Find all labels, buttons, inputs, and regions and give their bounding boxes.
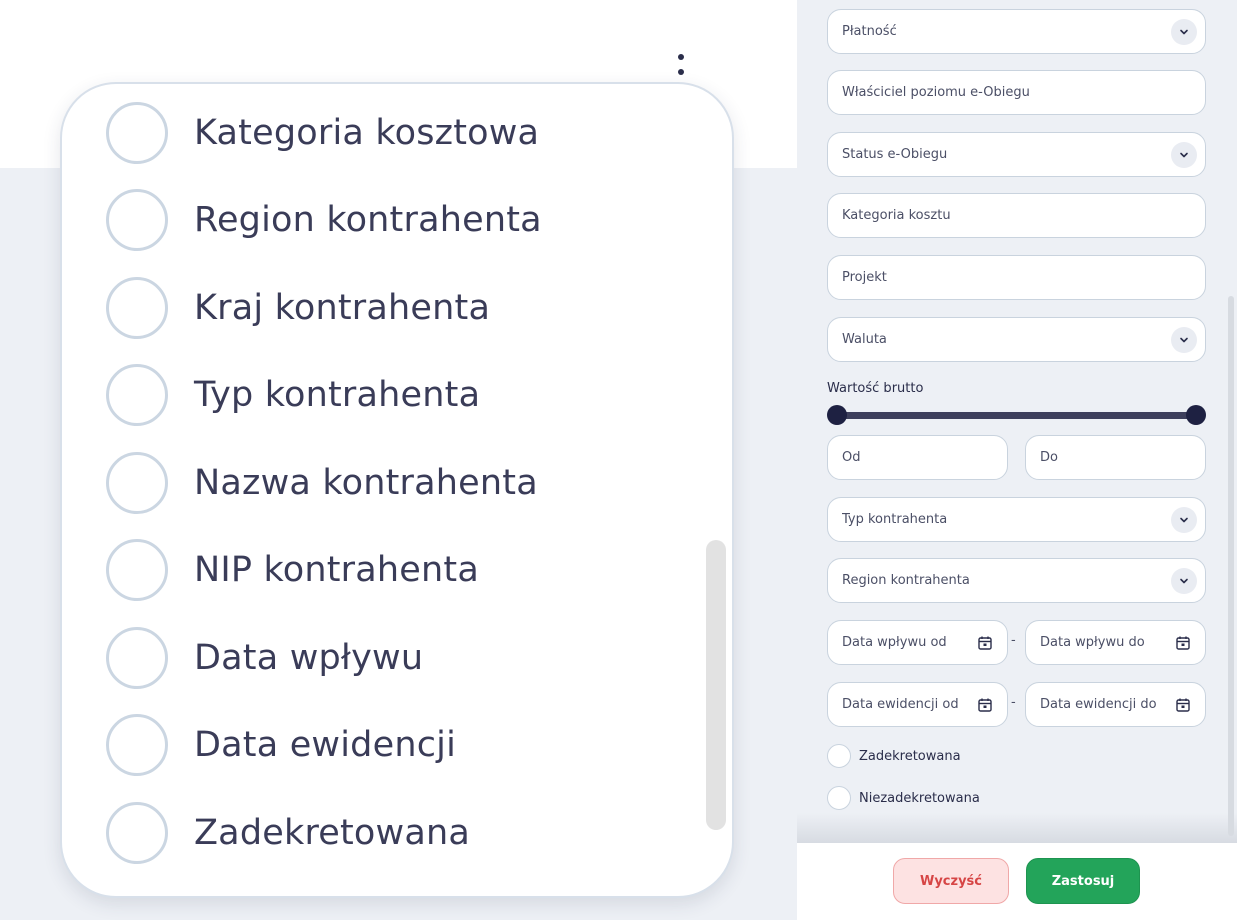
gross-value-label: Wartość brutto: [827, 381, 924, 396]
column-option[interactable]: Typ kontrahenta: [106, 352, 692, 440]
registration-date-to-placeholder: Data ewidencji do: [1040, 697, 1157, 712]
receipt-date-from-input[interactable]: Data wpływu od: [827, 620, 1008, 665]
receipt-date-range-separator: -: [1011, 633, 1016, 648]
column-option-label: Kategoria kosztowa: [194, 112, 540, 153]
calendar-icon[interactable]: [1175, 635, 1191, 651]
column-option[interactable]: Data ewidencji: [106, 702, 692, 790]
currency-select-text: Waluta: [842, 332, 887, 347]
radio-circle[interactable]: [106, 539, 168, 602]
clear-button[interactable]: Wyczyść: [893, 858, 1009, 904]
calendar-icon[interactable]: [1175, 697, 1191, 713]
cost-category-input[interactable]: Kategoria kosztu: [827, 193, 1206, 238]
receipt-date-from-placeholder: Data wpływu od: [842, 635, 947, 650]
payment-select-text: Płatność: [842, 24, 897, 39]
column-option[interactable]: Region kontrahenta: [106, 177, 692, 265]
unbooked-checkbox[interactable]: [827, 786, 851, 810]
radio-circle[interactable]: [106, 101, 168, 164]
booked-checkbox[interactable]: [827, 744, 851, 768]
receipt-date-to-input[interactable]: Data wpływu do: [1025, 620, 1206, 665]
chevron-down-icon[interactable]: [1171, 18, 1197, 45]
radio-circle[interactable]: [106, 189, 168, 252]
radio-circle[interactable]: [106, 801, 168, 864]
contractor-region-text: Region kontrahenta: [842, 573, 970, 588]
apply-button[interactable]: Zastosuj: [1026, 858, 1140, 904]
value-from-placeholder: Od: [842, 450, 861, 465]
gross-value-slider-track[interactable]: [835, 412, 1197, 419]
radio-circle[interactable]: [106, 276, 168, 339]
filter-panel: Płatność Właściciel poziomu e-Obiegu Sta…: [797, 0, 1237, 843]
receipt-date-to-placeholder: Data wpływu do: [1040, 635, 1145, 650]
cost-category-placeholder: Kategoria kosztu: [842, 208, 951, 223]
unbooked-label: Niezadekretowana: [859, 790, 980, 806]
column-chooser-card: Kategoria kosztowa Region kontrahenta Kr…: [60, 82, 734, 898]
panel-bottom-shade: [797, 813, 1237, 843]
column-option[interactable]: Nazwa kontrahenta: [106, 439, 692, 527]
radio-circle[interactable]: [106, 364, 168, 427]
chevron-down-icon[interactable]: [1171, 567, 1197, 594]
column-option[interactable]: NIP kontrahenta: [106, 527, 692, 615]
column-option[interactable]: Kraj kontrahenta: [106, 264, 692, 352]
filter-panel-scrollbar[interactable]: [1228, 296, 1234, 836]
registration-date-to-input[interactable]: Data ewidencji do: [1025, 682, 1206, 727]
registration-date-from-placeholder: Data ewidencji od: [842, 697, 959, 712]
chevron-down-icon[interactable]: [1171, 506, 1197, 533]
radio-circle[interactable]: [106, 626, 168, 689]
registration-date-range-separator: -: [1011, 695, 1016, 710]
contractor-region-select[interactable]: Region kontrahenta: [827, 558, 1206, 603]
contractor-type-text: Typ kontrahenta: [842, 512, 948, 527]
project-input[interactable]: Projekt: [827, 255, 1206, 300]
unbooked-checkbox-row[interactable]: Niezadekretowana: [827, 786, 980, 810]
value-to-placeholder: Do: [1040, 450, 1058, 465]
chevron-down-icon[interactable]: [1171, 326, 1197, 353]
booked-label: Zadekretowana: [859, 748, 961, 764]
slider-max-handle[interactable]: [1186, 405, 1206, 425]
column-list-scrollbar[interactable]: [706, 540, 726, 830]
column-option-label: Data wpływu: [194, 637, 424, 678]
value-from-input[interactable]: Od: [827, 435, 1008, 480]
workflow-status-text: Status e-Obiegu: [842, 147, 948, 162]
currency-select[interactable]: Waluta: [827, 317, 1206, 362]
booked-checkbox-row[interactable]: Zadekretowana: [827, 744, 961, 768]
slider-min-handle[interactable]: [827, 405, 847, 425]
column-option-label: Nazwa kontrahenta: [194, 462, 538, 503]
workflow-owner-placeholder: Właściciel poziomu e-Obiegu: [842, 85, 1030, 100]
calendar-icon[interactable]: [977, 635, 993, 651]
column-option-label: Region kontrahenta: [194, 200, 542, 241]
radio-circle[interactable]: [106, 714, 168, 777]
workflow-status-select[interactable]: Status e-Obiegu: [827, 132, 1206, 177]
payment-select[interactable]: Płatność: [827, 9, 1206, 54]
column-option-label: Typ kontrahenta: [194, 375, 481, 416]
chevron-down-icon[interactable]: [1171, 141, 1197, 168]
column-option-label: NIP kontrahenta: [194, 550, 479, 591]
column-option[interactable]: Kategoria kosztowa: [106, 89, 692, 177]
column-option-label: Kraj kontrahenta: [194, 287, 491, 328]
workflow-owner-input[interactable]: Właściciel poziomu e-Obiegu: [827, 70, 1206, 115]
column-option-label: Zadekretowana: [194, 812, 471, 853]
column-option-label: Data ewidencji: [194, 725, 457, 766]
column-option[interactable]: Data wpływu: [106, 614, 692, 702]
registration-date-from-input[interactable]: Data ewidencji od: [827, 682, 1008, 727]
column-option[interactable]: Zadekretowana: [106, 789, 692, 877]
contractor-type-select[interactable]: Typ kontrahenta: [827, 497, 1206, 542]
radio-circle[interactable]: [106, 451, 168, 514]
column-list: Kategoria kosztowa Region kontrahenta Kr…: [106, 89, 692, 877]
value-to-input[interactable]: Do: [1025, 435, 1206, 480]
calendar-icon[interactable]: [977, 697, 993, 713]
project-placeholder: Projekt: [842, 270, 887, 285]
